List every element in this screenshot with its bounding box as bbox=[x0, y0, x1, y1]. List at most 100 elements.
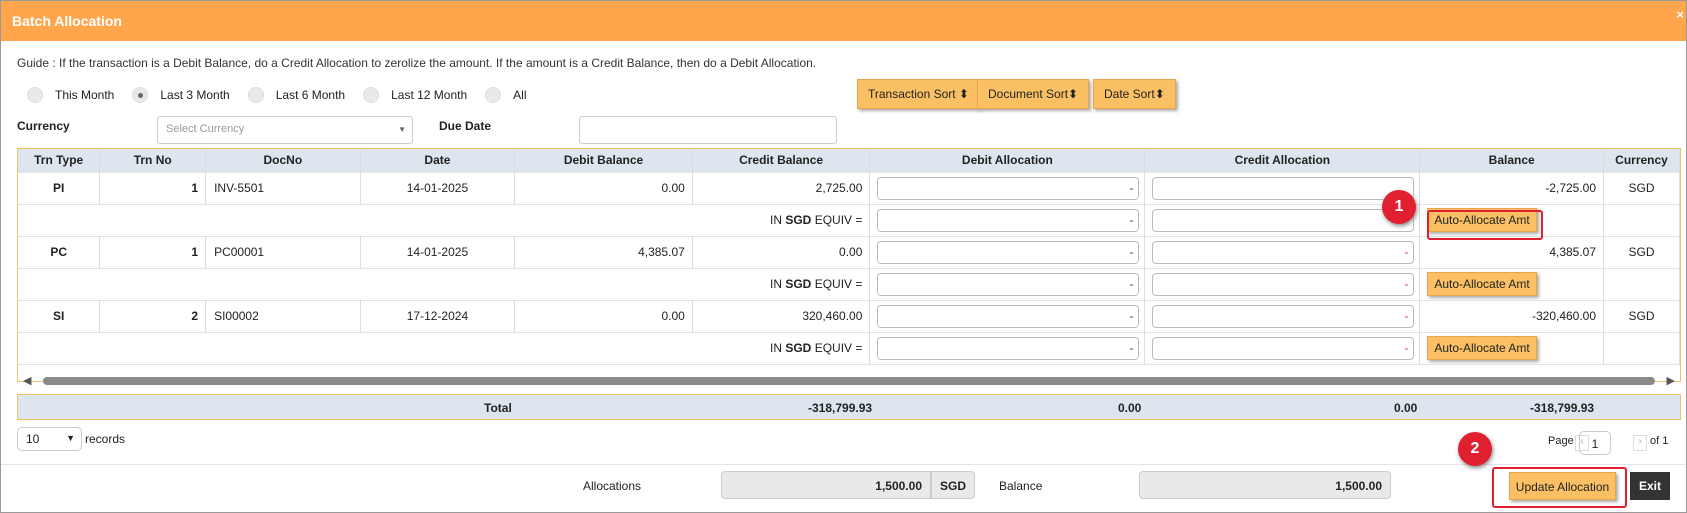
page-of-label: of 1 bbox=[1650, 435, 1669, 447]
equiv-label: IN SGD EQUIV = bbox=[18, 204, 871, 236]
col-header: Credit Allocation bbox=[1144, 149, 1421, 172]
batch-allocation-window: Batch Allocation × Guide : If the transa… bbox=[0, 0, 1687, 513]
trn-no: 2 bbox=[99, 300, 207, 332]
col-header: Currency bbox=[1603, 149, 1680, 172]
col-header: Debit Allocation bbox=[869, 149, 1146, 172]
col-header: Balance bbox=[1419, 149, 1605, 172]
equiv-label: IN SGD EQUIV = bbox=[18, 268, 871, 300]
step-marker-1: 1 bbox=[1382, 190, 1416, 224]
col-header: Debit Balance bbox=[514, 149, 693, 172]
col-header: Credit Balance bbox=[692, 149, 871, 172]
page-size-value: 10 bbox=[26, 432, 40, 446]
horizontal-scrollbar[interactable]: ◀ ▶ bbox=[17, 373, 1681, 387]
balance: -320,460.00 bbox=[1419, 300, 1605, 332]
debit-equiv-input[interactable]: - bbox=[877, 272, 1140, 296]
equiv-prefix: IN bbox=[770, 213, 786, 227]
col-header: Trn Type bbox=[18, 149, 101, 172]
chevron-down-icon: ▼ bbox=[398, 125, 406, 134]
col-header: Trn No bbox=[99, 149, 207, 172]
equiv-currency: SGD bbox=[785, 341, 812, 355]
next-page-icon[interactable]: › bbox=[1633, 435, 1647, 451]
trn-type: SI bbox=[18, 300, 101, 332]
guide-text: Guide : If the transaction is a Debit Ba… bbox=[17, 56, 817, 70]
title-bar: Batch Allocation × bbox=[1, 1, 1686, 41]
credit-allocation-input[interactable] bbox=[1152, 176, 1415, 200]
auto-allocate-button[interactable]: Auto-Allocate Amt bbox=[1427, 336, 1537, 360]
credit-equiv-input[interactable]: - bbox=[1152, 272, 1415, 296]
records-label: records bbox=[85, 432, 126, 446]
currency-label: Currency bbox=[17, 119, 70, 133]
transaction-sort-button[interactable]: Transaction Sort ⬍ bbox=[857, 79, 980, 109]
dash: - bbox=[1129, 244, 1134, 259]
debit-balance: 4,385.07 bbox=[514, 236, 693, 268]
debit-allocation-cell: - bbox=[869, 236, 1146, 268]
col-header: DocNo bbox=[205, 149, 361, 172]
totals-row: Total -318,799.93 0.00 0.00 -318,799.93 bbox=[17, 394, 1681, 420]
period-radio-group: This Month Last 3 Month Last 6 Month Las… bbox=[27, 87, 545, 103]
radio-circle-icon bbox=[363, 87, 380, 103]
credit-allocation-cell: - bbox=[1144, 300, 1421, 332]
currency-placeholder: Select Currency bbox=[166, 123, 245, 135]
doc-no: PC00001 bbox=[205, 236, 361, 268]
credit-equiv-input[interactable]: - bbox=[1152, 336, 1415, 360]
dash: - bbox=[1404, 244, 1409, 259]
auto-allocate-button[interactable]: Auto-Allocate Amt bbox=[1427, 272, 1537, 296]
debit-equiv-input[interactable]: - bbox=[877, 336, 1140, 360]
debit-balance: 0.00 bbox=[514, 172, 693, 204]
credit-equiv-cell: - bbox=[1144, 332, 1421, 364]
date: 14-01-2025 bbox=[360, 172, 516, 204]
credit-balance: 0.00 bbox=[692, 236, 871, 268]
currency-select[interactable]: Select Currency ▼ bbox=[157, 116, 413, 144]
footer-balance-label: Balance bbox=[999, 479, 1043, 493]
credit-balance: 2,725.00 bbox=[692, 172, 871, 204]
page-number-input[interactable]: 1 bbox=[1579, 431, 1611, 455]
total-credit-allocation: 0.00 bbox=[1394, 401, 1418, 415]
scrollbar-thumb[interactable] bbox=[43, 377, 1655, 385]
equiv-row: IN SGD EQUIV = - - Auto-Allocate Amt bbox=[18, 332, 1680, 364]
dash: - bbox=[1129, 276, 1134, 291]
due-date-input[interactable] bbox=[579, 116, 837, 144]
total-label: Total bbox=[484, 401, 512, 415]
scroll-right-icon[interactable]: ▶ bbox=[1667, 374, 1675, 387]
credit-allocation-cell: - bbox=[1144, 236, 1421, 268]
date-sort-button[interactable]: Date Sort⬍ bbox=[1093, 79, 1176, 109]
auto-allocate-cell: Auto-Allocate Amt bbox=[1419, 332, 1605, 364]
highlight-update-allocation bbox=[1492, 467, 1627, 508]
radio-selected-icon bbox=[132, 87, 149, 103]
page-size-select[interactable]: 10 ▼ bbox=[17, 427, 82, 451]
debit-allocation-input[interactable]: - bbox=[877, 304, 1140, 328]
radio-circle-icon bbox=[27, 87, 43, 103]
credit-allocation-input[interactable]: - bbox=[1152, 240, 1415, 264]
document-sort-button[interactable]: Document Sort⬍ bbox=[977, 79, 1090, 109]
step-marker-2: 2 bbox=[1458, 432, 1492, 466]
close-icon[interactable]: × bbox=[1676, 7, 1684, 22]
debit-allocation-input[interactable]: - bbox=[877, 176, 1140, 200]
exit-button[interactable]: Exit bbox=[1630, 472, 1670, 500]
table-row: PC 1 PC00001 14-01-2025 4,385.07 0.00 - … bbox=[18, 236, 1680, 268]
debit-equiv-input[interactable]: - bbox=[877, 208, 1140, 232]
radio-last-12-month[interactable]: Last 12 Month bbox=[363, 87, 467, 103]
table-row: PI 1 INV-5501 14-01-2025 0.00 2,725.00 -… bbox=[18, 172, 1680, 204]
balance: -2,725.00 bbox=[1419, 172, 1605, 204]
equiv-prefix: IN bbox=[770, 277, 786, 291]
credit-equiv-cell bbox=[1144, 204, 1421, 236]
radio-this-month[interactable]: This Month bbox=[27, 87, 114, 103]
trn-type: PI bbox=[18, 172, 101, 204]
allocation-grid: Trn Type Trn No DocNo Date Debit Balance… bbox=[17, 148, 1681, 382]
scroll-left-icon[interactable]: ◀ bbox=[23, 374, 31, 387]
debit-equiv-cell: - bbox=[869, 332, 1146, 364]
doc-no: INV-5501 bbox=[205, 172, 361, 204]
due-date-label: Due Date bbox=[439, 119, 492, 133]
equiv-row: IN SGD EQUIV = - - Auto-Allocate Amt bbox=[18, 268, 1680, 300]
credit-equiv-input[interactable] bbox=[1152, 208, 1415, 232]
debit-allocation-input[interactable]: - bbox=[877, 240, 1140, 264]
equiv-suffix: EQUIV = bbox=[811, 277, 863, 291]
total-credit-balance: -318,799.93 bbox=[808, 401, 873, 415]
radio-last-3-month[interactable]: Last 3 Month bbox=[132, 87, 230, 103]
radio-all[interactable]: All bbox=[485, 87, 527, 103]
credit-balance: 320,460.00 bbox=[692, 300, 871, 332]
doc-no: SI00002 bbox=[205, 300, 361, 332]
auto-allocate-cell: Auto-Allocate Amt bbox=[1419, 268, 1605, 300]
credit-allocation-input[interactable]: - bbox=[1152, 304, 1415, 328]
radio-last-6-month[interactable]: Last 6 Month bbox=[247, 87, 345, 103]
